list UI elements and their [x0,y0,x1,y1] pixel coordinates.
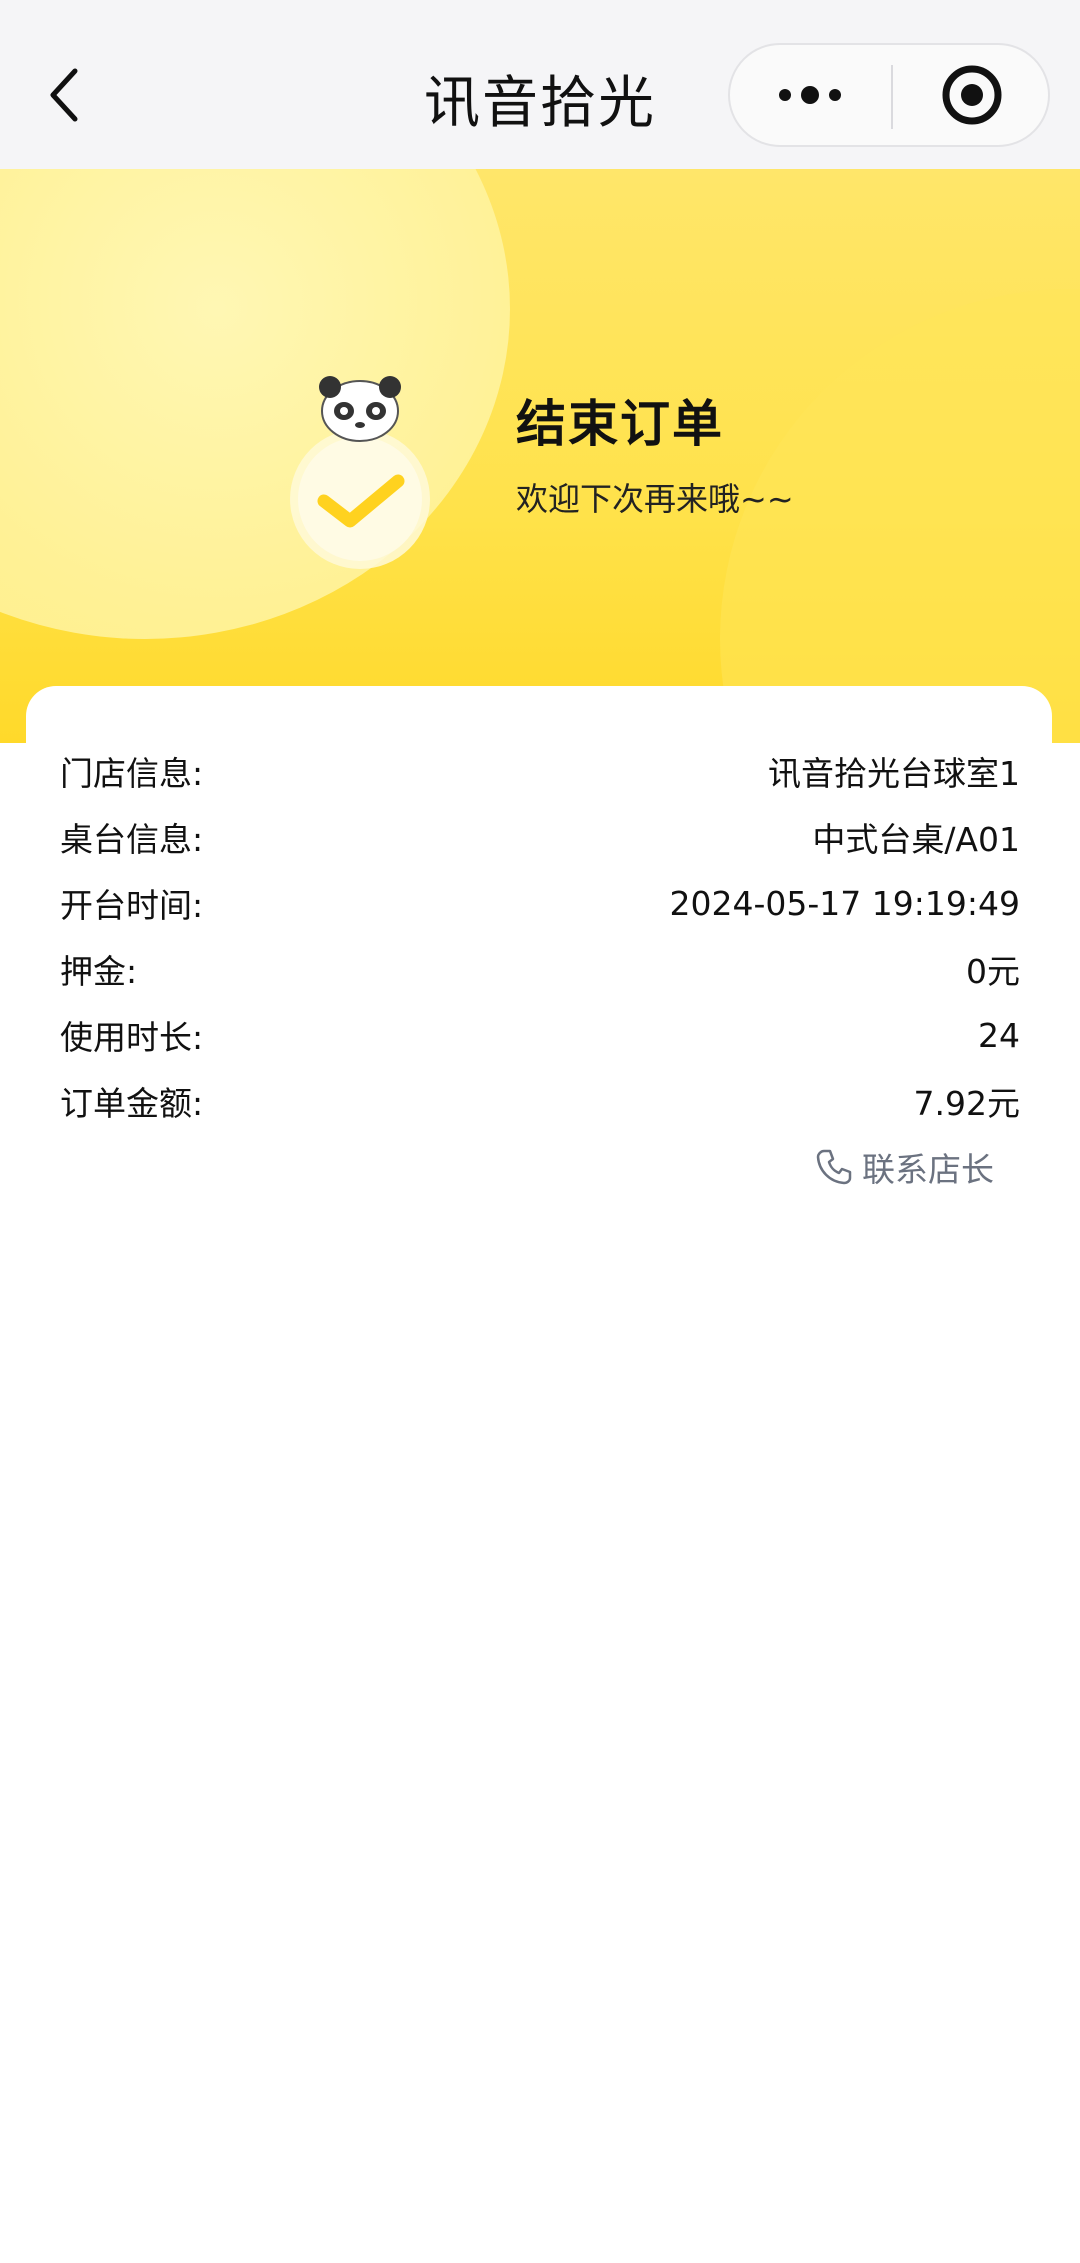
close-button[interactable] [892,45,1052,145]
row-value: 7.92元 [913,1084,1020,1123]
row-value: 2024-05-17 19:19:49 [669,883,1020,923]
row-value: 24 [978,1015,1020,1055]
mini-program-capsule [728,43,1050,147]
contact-label: 联系店长 [862,1150,994,1189]
more-button[interactable] [730,45,890,145]
row-label: 使用时长: [60,1018,204,1057]
more-dots-icon [779,86,841,104]
row-label: 押金: [60,952,138,991]
row-value: 中式台桌/A01 [812,820,1020,859]
table-info-row: 桌台信息: 中式台桌/A01 [60,812,1020,862]
banner-subtitle: 欢迎下次再来哦~~ [516,480,794,518]
row-label: 桌台信息: [60,820,204,859]
phone-icon [816,1149,852,1185]
deposit-row: 押金: 0元 [60,944,1020,994]
row-value: 0元 [966,952,1020,991]
target-circle-icon [942,65,1002,125]
navigation-bar: 讯音拾光 [0,0,1080,169]
banner-title: 结束订单 [516,395,724,453]
row-label: 门店信息: [60,754,204,793]
panda-mascot-icon [290,376,430,569]
store-info-row: 门店信息: 讯音拾光台球室1 [60,746,1020,796]
row-label: 订单金额: [60,1084,204,1123]
duration-row: 使用时长: 24 [60,1010,1020,1060]
contact-manager-button[interactable]: 联系店长 [814,1142,994,1192]
order-amount-row: 订单金额: 7.92元 [60,1076,1020,1126]
status-banner: 结束订单 欢迎下次再来哦~~ [0,169,1080,743]
row-value: 讯音拾光台球室1 [768,754,1020,793]
start-time-row: 开台时间: 2024-05-17 19:19:49 [60,878,1020,928]
row-label: 开台时间: [60,886,204,925]
